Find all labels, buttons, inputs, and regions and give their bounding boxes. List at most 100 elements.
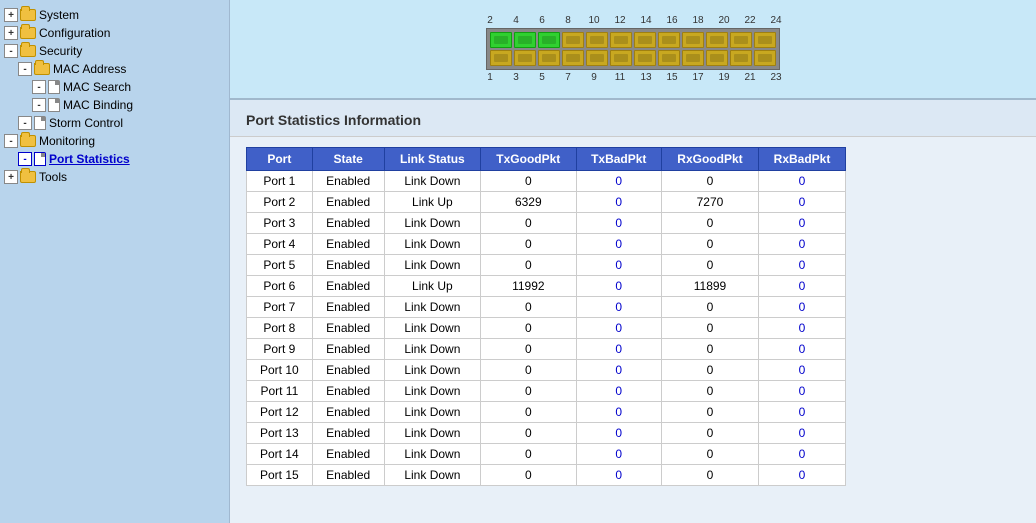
port-num-15: 15: [659, 72, 685, 83]
page-title-text: Port Statistics Information: [246, 112, 421, 128]
cell-port: Port 5: [247, 255, 313, 276]
cell-tx_bad: 0: [576, 171, 661, 192]
sidebar-item-security[interactable]: - Security: [0, 42, 229, 60]
expand-storm-icon[interactable]: -: [18, 116, 32, 130]
sidebar-item-port-statistics[interactable]: - Port Statistics: [0, 150, 229, 168]
port-4[interactable]: [514, 32, 536, 48]
port-15[interactable]: [658, 50, 680, 66]
table-row: Port 2EnabledLink Up6329072700: [247, 192, 846, 213]
folder-security-icon: [20, 45, 36, 57]
expand-security-icon[interactable]: -: [4, 44, 18, 58]
device-diagram-area: 2 4 6 8 10 12 14 16 18 20 22 24: [230, 0, 1036, 100]
expand-config-icon[interactable]: +: [4, 26, 18, 40]
cell-state: Enabled: [312, 318, 384, 339]
sidebar-item-tools[interactable]: + Tools: [0, 168, 229, 186]
cell-rx_good: 0: [661, 465, 758, 486]
expand-port-stats-icon[interactable]: -: [18, 152, 32, 166]
col-header-rxgoodpkt: RxGoodPkt: [661, 148, 758, 171]
table-row: Port 12EnabledLink Down0000: [247, 402, 846, 423]
cell-tx_bad: 0: [576, 339, 661, 360]
table-row: Port 9EnabledLink Down0000: [247, 339, 846, 360]
table-row: Port 5EnabledLink Down0000: [247, 255, 846, 276]
port-7[interactable]: [562, 50, 584, 66]
port-num-7: 7: [555, 72, 581, 83]
col-header-rxbadpkt: RxBadPkt: [759, 148, 846, 171]
col-header-state: State: [312, 148, 384, 171]
expand-system-icon[interactable]: +: [4, 8, 18, 22]
cell-link_status: Link Down: [384, 465, 480, 486]
port-pair-15-16: [658, 32, 680, 66]
sidebar-item-monitoring[interactable]: - Monitoring: [0, 132, 229, 150]
sidebar-item-configuration[interactable]: + Configuration: [0, 24, 229, 42]
folder-monitoring-icon: [20, 135, 36, 147]
expand-mac-search-icon[interactable]: -: [32, 80, 46, 94]
port-10[interactable]: [586, 32, 608, 48]
expand-mac-address-icon[interactable]: -: [18, 62, 32, 76]
cell-rx_bad: 0: [759, 339, 846, 360]
expand-monitoring-icon[interactable]: -: [4, 134, 18, 148]
cell-tx_good: 6329: [481, 192, 577, 213]
cell-state: Enabled: [312, 276, 384, 297]
port-8[interactable]: [562, 32, 584, 48]
port-23[interactable]: [754, 50, 776, 66]
cell-port: Port 4: [247, 234, 313, 255]
cell-tx_good: 0: [481, 171, 577, 192]
cell-state: Enabled: [312, 192, 384, 213]
port-21[interactable]: [730, 50, 752, 66]
sidebar-item-mac-search[interactable]: - MAC Search: [0, 78, 229, 96]
sidebar-item-mac-binding[interactable]: - MAC Binding: [0, 96, 229, 114]
table-row: Port 1EnabledLink Down0000: [247, 171, 846, 192]
table-header-row: Port State Link Status TxGoodPkt TxBadPk…: [247, 148, 846, 171]
cell-tx_good: 0: [481, 297, 577, 318]
cell-link_status: Link Down: [384, 234, 480, 255]
port-12[interactable]: [610, 32, 632, 48]
port-24[interactable]: [754, 32, 776, 48]
port-num-24: 24: [763, 15, 789, 26]
table-row: Port 13EnabledLink Down0000: [247, 423, 846, 444]
cell-rx_good: 0: [661, 444, 758, 465]
cell-tx_bad: 0: [576, 423, 661, 444]
port-num-17: 17: [685, 72, 711, 83]
port-20[interactable]: [706, 32, 728, 48]
port-17[interactable]: [682, 50, 704, 66]
port-11[interactable]: [610, 50, 632, 66]
port-5[interactable]: [538, 50, 560, 66]
cell-link_status: Link Up: [384, 276, 480, 297]
table-body: Port 1EnabledLink Down0000Port 2EnabledL…: [247, 171, 846, 486]
sidebar-item-system[interactable]: + System: [0, 6, 229, 24]
port-14[interactable]: [634, 32, 656, 48]
port-1[interactable]: [490, 50, 512, 66]
sidebar-label-monitoring: Monitoring: [39, 134, 95, 148]
sidebar-item-mac-address[interactable]: - MAC Address: [0, 60, 229, 78]
port-num-6: 6: [529, 15, 555, 26]
port-num-2: 2: [477, 15, 503, 26]
port-22[interactable]: [730, 32, 752, 48]
sidebar-item-storm-control[interactable]: - Storm Control: [0, 114, 229, 132]
folder-system-icon: [20, 9, 36, 21]
expand-mac-binding-icon[interactable]: -: [32, 98, 46, 112]
port-pair-19-20: [706, 32, 728, 66]
cell-link_status: Link Down: [384, 171, 480, 192]
device-diagram: 2 4 6 8 10 12 14 16 18 20 22 24: [477, 15, 789, 83]
port-9[interactable]: [586, 50, 608, 66]
port-16[interactable]: [658, 32, 680, 48]
cell-tx_good: 0: [481, 360, 577, 381]
cell-rx_good: 0: [661, 234, 758, 255]
port-6[interactable]: [538, 32, 560, 48]
port-2[interactable]: [490, 32, 512, 48]
port-3[interactable]: [514, 50, 536, 66]
cell-port: Port 11: [247, 381, 313, 402]
cell-port: Port 10: [247, 360, 313, 381]
port-19[interactable]: [706, 50, 728, 66]
port-18[interactable]: [682, 32, 704, 48]
expand-tools-icon[interactable]: +: [4, 170, 18, 184]
port-pair-7-8: [562, 32, 584, 66]
cell-state: Enabled: [312, 444, 384, 465]
port-numbers-top: 2 4 6 8 10 12 14 16 18 20 22 24: [477, 15, 789, 26]
cell-rx_bad: 0: [759, 423, 846, 444]
port-13[interactable]: [634, 50, 656, 66]
port-num-9: 9: [581, 72, 607, 83]
content-area: Port Statistics Information Port State L…: [230, 100, 1036, 523]
cell-tx_good: 11992: [481, 276, 577, 297]
cell-rx_bad: 0: [759, 402, 846, 423]
